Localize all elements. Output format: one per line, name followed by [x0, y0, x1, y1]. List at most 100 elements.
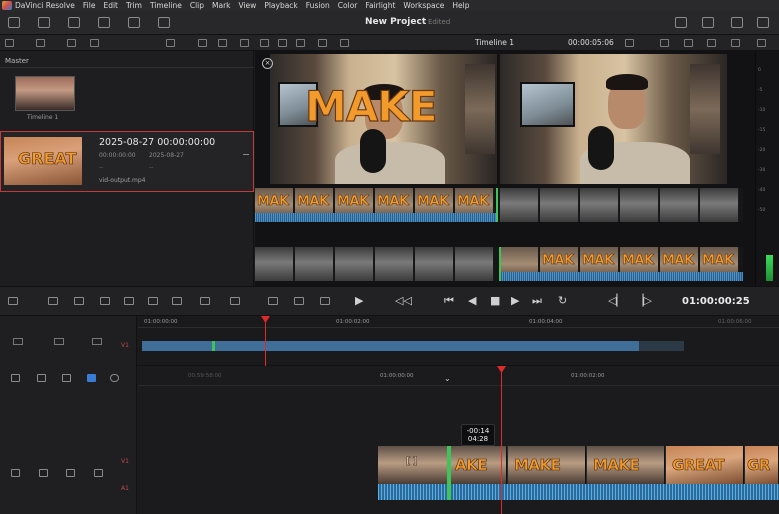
menu-fairlight[interactable]: Fairlight — [365, 1, 395, 10]
overwrite-clip-icon[interactable] — [74, 297, 84, 305]
sound-library-icon[interactable] — [98, 17, 110, 28]
overview-clip-bar[interactable] — [142, 341, 639, 351]
play-forward-icon[interactable]: ▶ — [355, 295, 363, 307]
loop-icon[interactable]: ↻ — [558, 295, 567, 307]
magic-wand-icon[interactable] — [158, 17, 170, 28]
previous-edit-icon[interactable]: ◁◁ — [395, 295, 412, 307]
fit-to-fill-icon[interactable] — [124, 297, 134, 305]
transport-bar: ▶ ◁◁ ⏮ ◀ ■ ▶ ⏭ ↻ ◁▏ ▕▷ 01:00:00:25 — [0, 286, 779, 316]
menu-color[interactable]: Color — [338, 1, 358, 10]
list-view-icon[interactable] — [36, 39, 45, 47]
film-frame — [700, 188, 739, 222]
inspector-toggle-icon[interactable] — [128, 17, 140, 28]
more-options-icon[interactable] — [757, 39, 766, 47]
ripple-overwrite-icon[interactable] — [172, 297, 182, 305]
append-icon[interactable] — [200, 297, 210, 305]
viewer-layout-single-icon[interactable] — [260, 39, 269, 47]
timeline-view-options-icon[interactable] — [11, 374, 20, 382]
go-to-end-icon[interactable]: ⏭ — [532, 295, 542, 307]
close-icon[interactable]: × — [262, 58, 273, 69]
menu-trim[interactable]: Trim — [126, 1, 142, 10]
overview-ruler[interactable]: 01:00:00:00 01:00:02:00 01:00:04:00 01:0… — [138, 316, 779, 328]
edit-ruler[interactable]: 00:59:58:00 01:00:00:00 01:00:02:00 — [138, 366, 779, 386]
metadata-icon[interactable] — [702, 17, 714, 28]
menu-app[interactable]: DaVinci Resolve — [15, 1, 75, 10]
menu-clip[interactable]: Clip — [190, 1, 204, 10]
track-lock-icon[interactable] — [54, 338, 64, 345]
viewer-layout-dual-icon[interactable] — [278, 39, 287, 47]
panel-layout-icon[interactable] — [5, 39, 14, 47]
clip-display-icon[interactable] — [660, 39, 669, 47]
viewer-filmstrip-top[interactable]: MAK MAK MAK MAK MAK MAK — [255, 188, 743, 222]
media-clip-selected[interactable]: GREAT 2025-08-27 00:00:00:00 00:00:00:00… — [0, 131, 254, 192]
menu-view[interactable]: View — [239, 1, 257, 10]
viewer-layout-cinema-icon[interactable] — [296, 39, 305, 47]
chevron-down-icon[interactable]: ⌄ — [444, 374, 451, 383]
sort-icon[interactable] — [218, 39, 227, 47]
import-icon[interactable] — [67, 39, 76, 47]
timeline-viewer-frame[interactable] — [500, 54, 727, 184]
sync-icon[interactable] — [240, 39, 249, 47]
viewer-filmstrip-bottom[interactable]: MAK MAK MAK MAK MAK — [255, 247, 743, 281]
transform-icon[interactable] — [684, 39, 693, 47]
snapping-icon[interactable] — [230, 297, 240, 305]
stop-icon[interactable]: ■ — [490, 295, 500, 307]
color-icon[interactable] — [731, 39, 740, 47]
track-settings-icon[interactable] — [13, 338, 23, 345]
overview-playhead[interactable] — [265, 316, 266, 366]
crop-icon[interactable] — [707, 39, 716, 47]
viewer-playhead-marker[interactable] — [496, 188, 498, 222]
monitor-icon[interactable] — [94, 469, 103, 477]
viewer-playhead-marker[interactable] — [499, 247, 501, 281]
effects-toggle-icon[interactable] — [38, 17, 50, 28]
edit-playhead[interactable] — [501, 366, 502, 514]
menu-help[interactable]: Help — [452, 1, 469, 10]
trim-tool-icon[interactable] — [37, 374, 46, 382]
clip-menu-icon[interactable] — [243, 154, 249, 155]
search-icon[interactable] — [198, 39, 207, 47]
lock-icon[interactable] — [39, 469, 48, 477]
timeline-clip[interactable]: [ ] AKE MAKE MAKE GREAT GR — [378, 446, 779, 500]
blade-icon[interactable] — [62, 374, 71, 382]
link-icon[interactable] — [90, 39, 99, 47]
mark-in-icon[interactable]: ◁▏ — [608, 295, 625, 307]
menu-file[interactable]: File — [83, 1, 96, 10]
mark-out-icon[interactable]: ▕▷ — [635, 295, 652, 307]
insert-clip-icon[interactable] — [48, 297, 58, 305]
layout-icon[interactable] — [268, 297, 278, 305]
help-icon[interactable] — [340, 39, 349, 47]
tool-select-icon[interactable] — [8, 297, 18, 305]
menu-playback[interactable]: Playback — [264, 1, 297, 10]
trim-edit-point[interactable] — [447, 446, 451, 500]
edit-index-icon[interactable] — [68, 17, 80, 28]
toggle-icon[interactable] — [110, 374, 119, 382]
play-icon[interactable]: ▶ — [511, 295, 519, 307]
replace-clip-icon[interactable] — [100, 297, 110, 305]
thumbnail-size-icon[interactable] — [166, 39, 175, 47]
zoom-dropdown-icon[interactable] — [320, 297, 330, 305]
menu-workspace[interactable]: Workspace — [403, 1, 444, 10]
track-move-icon[interactable] — [11, 469, 20, 477]
timeline-thumbnail[interactable] — [15, 76, 75, 111]
menu-timeline[interactable]: Timeline — [150, 1, 182, 10]
mixer-icon[interactable] — [731, 17, 743, 28]
timeline-dropdown[interactable]: Timeline 1 — [475, 38, 514, 47]
audio-scrub-icon[interactable] — [294, 297, 304, 305]
reverse-icon[interactable]: ◀ — [468, 295, 476, 307]
master-bin-label[interactable]: Master — [5, 57, 29, 65]
media-pool-toggle-icon[interactable] — [8, 17, 20, 28]
source-viewer-frame[interactable]: MAKE — [270, 54, 497, 184]
menu-fusion[interactable]: Fusion — [306, 1, 330, 10]
render-queue-icon[interactable] — [675, 17, 687, 28]
place-on-top-icon[interactable] — [148, 297, 158, 305]
speaker-icon[interactable] — [66, 469, 75, 477]
clip-thumbnail[interactable]: GREAT — [4, 137, 82, 185]
menu-edit[interactable]: Edit — [103, 1, 118, 10]
go-to-start-icon[interactable]: ⏮ — [444, 295, 454, 307]
track-audio-icon[interactable] — [92, 338, 102, 345]
flag-icon[interactable] — [87, 374, 96, 382]
menu-mark[interactable]: Mark — [212, 1, 231, 10]
inspector-icon[interactable] — [757, 17, 769, 28]
viewer-zoom-icon[interactable] — [625, 39, 634, 47]
source-tape-icon[interactable] — [318, 39, 327, 47]
